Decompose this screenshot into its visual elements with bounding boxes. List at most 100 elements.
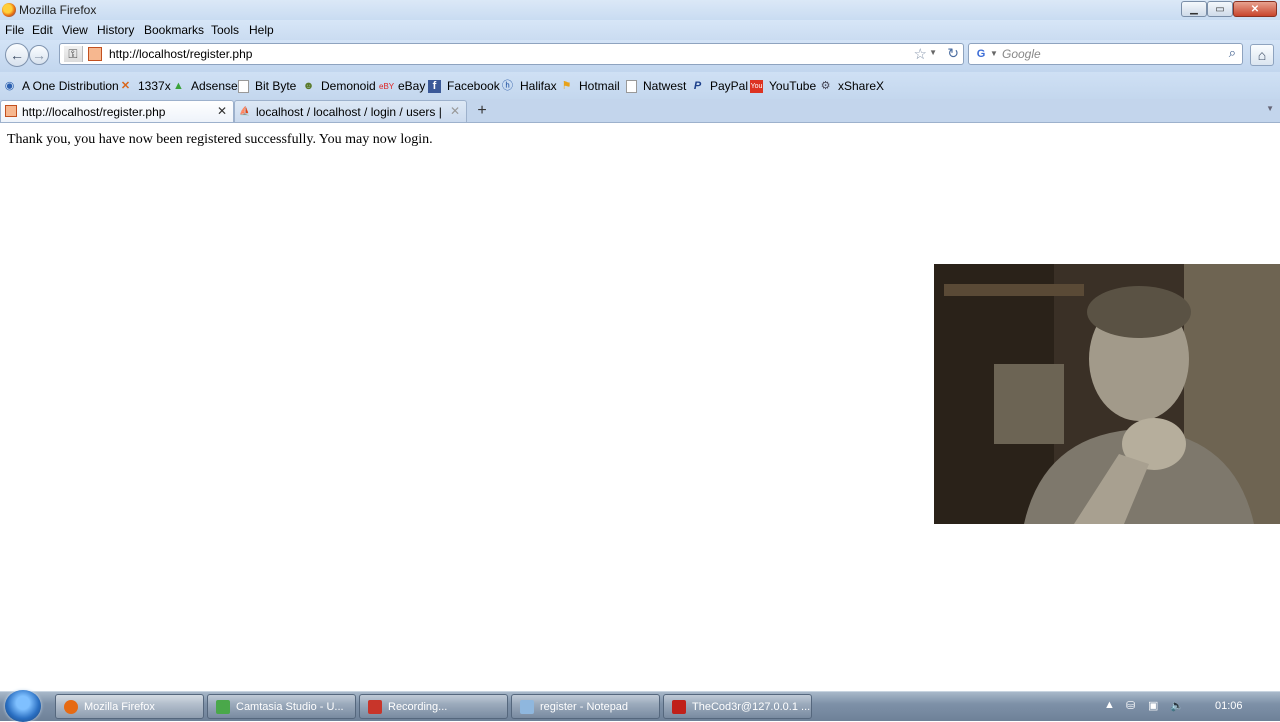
bookmark-bit-byte[interactable]: Bit Byte bbox=[238, 78, 296, 94]
xsharex-icon: ⚙ bbox=[820, 79, 831, 92]
site-favicon-icon bbox=[5, 105, 17, 117]
firefox-icon bbox=[2, 3, 16, 17]
navigation-toolbar: ← → ⚿ http://localhost/register.php ☆ ▼ … bbox=[0, 40, 1280, 72]
show-hidden-icons-icon[interactable]: ▲ bbox=[1104, 699, 1115, 711]
bookmark-paypal[interactable]: P PayPal bbox=[691, 78, 748, 94]
close-tab-icon[interactable]: ✕ bbox=[450, 104, 460, 118]
adsense-icon: ▲ bbox=[173, 79, 184, 92]
search-input[interactable]: Google bbox=[1002, 47, 1041, 61]
volume-icon[interactable]: 🔈 bbox=[1170, 699, 1184, 712]
usb-icon[interactable]: ⛁ bbox=[1126, 699, 1135, 712]
taskbar-item-filezilla[interactable]: TheCod3r@127.0.0.1 ... bbox=[663, 694, 812, 719]
bookmark-natwest[interactable]: Natwest bbox=[626, 78, 686, 94]
taskbar-item-camtasia[interactable]: Camtasia Studio - U... bbox=[207, 694, 356, 719]
address-bar[interactable]: ⚿ http://localhost/register.php ☆ ▼ ↻ bbox=[59, 43, 964, 65]
windows-flag-icon: ⚑ bbox=[561, 79, 572, 92]
bookmark-xsharex[interactable]: ⚙ xShareX bbox=[819, 78, 884, 94]
facebook-icon: f bbox=[428, 79, 441, 93]
bookmark-label: Adsense bbox=[191, 79, 238, 93]
menu-tools[interactable]: Tools bbox=[211, 23, 239, 37]
menu-view[interactable]: View bbox=[62, 23, 88, 37]
minimize-button[interactable]: ▁ bbox=[1181, 1, 1207, 17]
network-icon[interactable]: ▣ bbox=[1148, 699, 1158, 712]
taskbar-item-label: Mozilla Firefox bbox=[84, 700, 155, 713]
bookmark-1337x[interactable]: ✕ 1337x bbox=[119, 78, 171, 94]
start-button[interactable] bbox=[5, 690, 41, 722]
bookmark-ebay[interactable]: eBY eBay bbox=[379, 78, 425, 94]
bookmark-label: 1337x bbox=[138, 79, 171, 93]
taskbar-item-label: Camtasia Studio - U... bbox=[236, 700, 344, 713]
clock[interactable]: 01:06 bbox=[1215, 700, 1243, 712]
close-tab-icon[interactable]: ✕ bbox=[217, 104, 227, 118]
bookmark-label: Halifax bbox=[520, 79, 557, 93]
bookmark-youtube[interactable]: You YouTube bbox=[750, 78, 816, 94]
bookmark-label: Demonoid bbox=[321, 79, 376, 93]
ebay-icon: eBY bbox=[379, 81, 395, 91]
search-icon[interactable]: ⌕ bbox=[1229, 45, 1236, 61]
arrow-right-icon: → bbox=[32, 47, 46, 63]
halifax-icon: ⓗ bbox=[502, 79, 513, 92]
tab-list-dropdown-icon[interactable]: ▼ bbox=[1266, 104, 1274, 113]
demonoid-icon: ☻ bbox=[302, 79, 315, 92]
reload-icon[interactable]: ↻ bbox=[947, 45, 959, 62]
menu-bookmarks[interactable]: Bookmarks bbox=[144, 23, 204, 37]
bookmark-label: A One Distribution bbox=[22, 79, 119, 93]
tab-register[interactable]: http://localhost/register.php ✕ bbox=[0, 100, 234, 122]
bookmark-label: Facebook bbox=[447, 79, 500, 93]
history-dropdown-icon[interactable]: ▼ bbox=[929, 48, 937, 57]
menu-bar: File Edit View History Bookmarks Tools H… bbox=[0, 20, 1280, 40]
webcam-overlay bbox=[934, 264, 1280, 524]
taskbar-item-recording[interactable]: Recording... bbox=[359, 694, 508, 719]
key-icon[interactable]: ⚿ bbox=[64, 46, 83, 62]
bookmark-demonoid[interactable]: ☻ Demonoid bbox=[302, 78, 376, 94]
taskbar-item-label: TheCod3r@127.0.0.1 ... bbox=[692, 700, 811, 713]
bookmark-label: xShareX bbox=[838, 79, 885, 93]
bookmark-label: Hotmail bbox=[579, 79, 620, 93]
filezilla-icon bbox=[672, 699, 686, 714]
search-engine-dropdown-icon[interactable]: ▼ bbox=[990, 49, 998, 58]
forward-button[interactable]: → bbox=[29, 45, 49, 65]
search-bar[interactable]: G ▼ Google ⌕ bbox=[968, 43, 1243, 65]
phpmyadmin-icon: ⛵ bbox=[239, 106, 251, 116]
back-button[interactable]: ← bbox=[5, 43, 29, 67]
menu-history[interactable]: History bbox=[97, 23, 134, 37]
site-favicon-icon bbox=[88, 47, 102, 61]
bookmark-hotmail[interactable]: ⚑ Hotmail bbox=[560, 78, 620, 94]
taskbar-item-notepad[interactable]: register - Notepad bbox=[511, 694, 660, 719]
system-tray: ▲ ⛁ ▣ 🔈 01:06 bbox=[1100, 698, 1280, 716]
globe-icon: ◉ bbox=[4, 79, 15, 92]
plus-icon: + bbox=[477, 102, 487, 119]
bookmark-label: Natwest bbox=[643, 79, 687, 93]
registration-success-message: Thank you, you have now been registered … bbox=[7, 132, 433, 147]
address-input[interactable]: http://localhost/register.php bbox=[109, 47, 252, 61]
tab-phpmyadmin[interactable]: ⛵ localhost / localhost / login / users … bbox=[234, 100, 467, 122]
bookmark-facebook[interactable]: f Facebook bbox=[428, 78, 500, 94]
home-button[interactable]: ⌂ bbox=[1250, 44, 1274, 66]
menu-help[interactable]: Help bbox=[249, 23, 274, 37]
bookmark-star-icon[interactable]: ☆ bbox=[914, 45, 927, 63]
taskbar-item-label: Recording... bbox=[388, 700, 448, 713]
youtube-icon: You bbox=[750, 79, 763, 93]
arrow-left-icon: ← bbox=[10, 47, 24, 63]
firefox-icon bbox=[64, 699, 78, 714]
recording-icon bbox=[368, 699, 382, 714]
tab-label: localhost / localhost / login / users | … bbox=[256, 105, 446, 119]
taskbar-item-firefox[interactable]: Mozilla Firefox bbox=[55, 694, 204, 719]
bookmark-label: eBay bbox=[398, 79, 426, 93]
google-icon[interactable]: G bbox=[974, 47, 988, 61]
tab-label: http://localhost/register.php bbox=[22, 105, 166, 119]
menu-edit[interactable]: Edit bbox=[32, 23, 53, 37]
new-tab-button[interactable]: + bbox=[469, 101, 495, 121]
webcam-video-frame bbox=[934, 264, 1280, 524]
bookmark-label: PayPal bbox=[710, 79, 749, 93]
bookmark-halifax[interactable]: ⓗ Halifax bbox=[501, 78, 557, 94]
windows-taskbar: Mozilla Firefox Camtasia Studio - U... R… bbox=[0, 690, 1280, 722]
bookmarks-toolbar: ◉ A One Distribution ✕ 1337x ▲ Adsense Bit … bbox=[0, 72, 1280, 99]
tab-strip: http://localhost/register.php ✕ ⛵ localh… bbox=[0, 99, 1280, 123]
bookmark-a-one-distribution[interactable]: ◉ A One Distribution bbox=[3, 78, 119, 94]
close-button[interactable]: ✕ bbox=[1233, 1, 1277, 17]
menu-file[interactable]: File bbox=[5, 23, 24, 37]
maximize-button[interactable]: ▭ bbox=[1207, 1, 1233, 17]
bookmark-adsense[interactable]: ▲ Adsense bbox=[172, 78, 238, 94]
taskbar-item-label: register - Notepad bbox=[540, 700, 629, 713]
